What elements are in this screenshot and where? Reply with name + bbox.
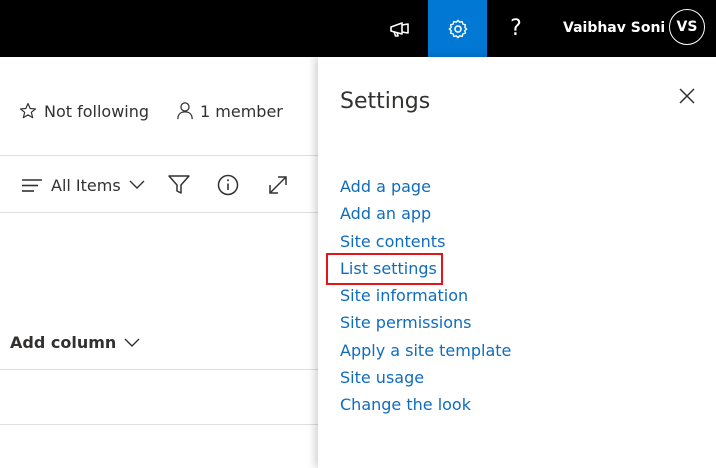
table-row-divider: [0, 424, 318, 425]
settings-link-list-settings[interactable]: List settings: [340, 258, 511, 285]
star-icon: [19, 102, 37, 119]
table-row-divider: [0, 369, 318, 370]
expand-button[interactable]: [266, 172, 290, 198]
members-button[interactable]: 1 member: [176, 101, 283, 121]
avatar[interactable]: VS: [669, 9, 705, 45]
settings-gear-button[interactable]: [428, 0, 487, 57]
filter-button[interactable]: [167, 172, 191, 198]
info-button[interactable]: [216, 172, 240, 198]
follow-label: Not following: [44, 101, 150, 121]
settings-link-site-contents[interactable]: Site contents: [340, 231, 511, 258]
user-name[interactable]: Vaibhav Soni: [563, 0, 665, 57]
settings-link-site-permissions[interactable]: Site permissions: [340, 312, 511, 339]
close-button[interactable]: [677, 86, 697, 106]
settings-panel: Settings Add a page Add an app Site cont…: [318, 57, 716, 468]
add-column-button[interactable]: Add column: [10, 333, 140, 352]
settings-link-apply-site-template[interactable]: Apply a site template: [340, 340, 511, 367]
settings-menu: Add a page Add an app Site contents List…: [340, 176, 511, 422]
panel-title: Settings: [340, 89, 431, 114]
chevron-down-icon: [124, 338, 140, 347]
view-label: All Items: [51, 175, 121, 195]
person-icon: [177, 102, 193, 120]
settings-link-site-usage[interactable]: Site usage: [340, 367, 511, 394]
suite-bar: ? Vaibhav Soni VS: [0, 0, 716, 57]
follow-toggle[interactable]: Not following: [18, 101, 149, 121]
member-count: 1 member: [200, 101, 283, 121]
expand-icon: [269, 176, 287, 194]
divider: [0, 155, 318, 156]
settings-link-site-information[interactable]: Site information: [340, 285, 511, 312]
list-view-icon: [22, 179, 42, 192]
settings-link-add-page[interactable]: Add a page: [340, 176, 511, 203]
divider: [0, 212, 318, 213]
view-selector[interactable]: All Items: [22, 172, 145, 198]
close-icon: [679, 88, 695, 104]
gear-icon: [448, 19, 467, 38]
info-icon: [217, 174, 239, 196]
add-column-label: Add column: [10, 333, 117, 352]
megaphone-icon[interactable]: [380, 0, 420, 57]
help-button[interactable]: ?: [496, 0, 536, 57]
chevron-down-icon: [129, 180, 145, 189]
settings-link-change-look[interactable]: Change the look: [340, 394, 511, 421]
settings-link-add-app[interactable]: Add an app: [340, 203, 511, 230]
filter-icon: [168, 175, 190, 194]
